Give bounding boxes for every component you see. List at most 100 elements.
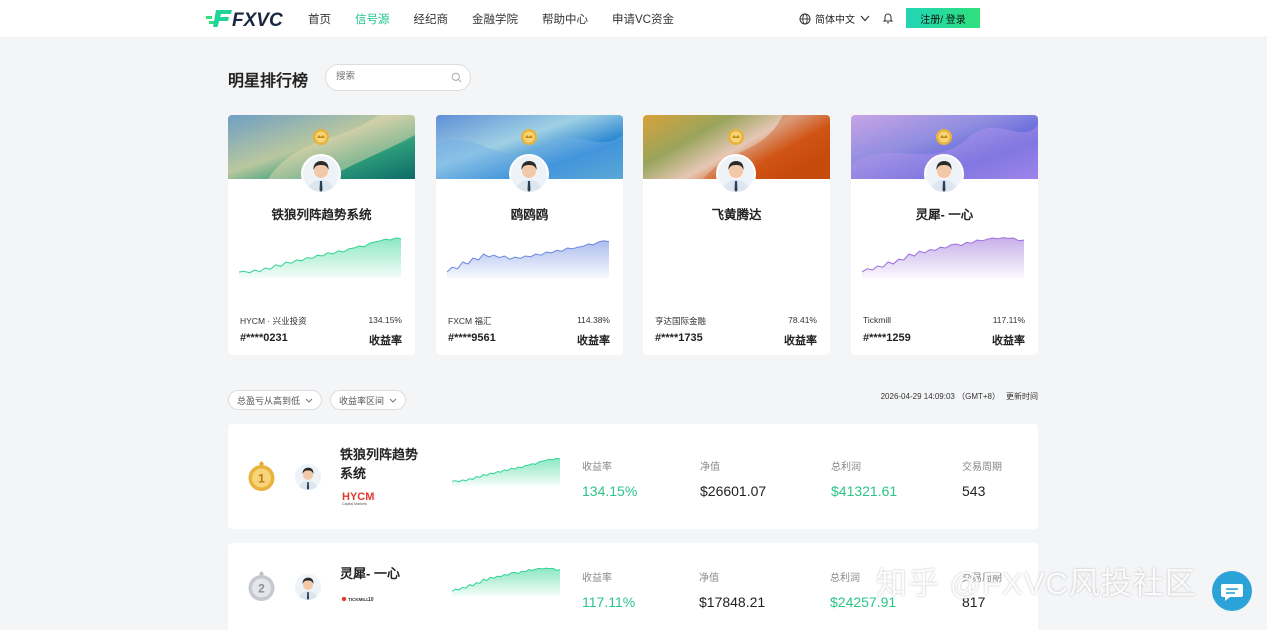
nav-column: 净值 $17848.21 xyxy=(699,569,765,610)
language-select[interactable]: 简体中文 xyxy=(799,11,874,26)
period-label: 交易周期 xyxy=(962,462,1002,473)
svg-text:10: 10 xyxy=(368,597,374,603)
medal-icon xyxy=(521,129,537,145)
bell-icon[interactable] xyxy=(883,12,893,24)
trader-name: 鸥鸥鸥 xyxy=(510,208,549,222)
broker-name: FXCM 福汇 xyxy=(448,316,492,326)
trader-name: 飞黄腾达 xyxy=(711,208,762,222)
sparkline-area xyxy=(862,237,1024,278)
return-label: 收益率 xyxy=(582,462,612,473)
chevron-down-icon xyxy=(860,15,870,22)
nav-label: 净值 xyxy=(699,573,719,584)
gold-medal-icon: 1 xyxy=(248,461,275,491)
fxvc-logo[interactable]: FXVC xyxy=(206,7,286,29)
return-label: 收益率 xyxy=(784,335,817,347)
return-range-label: 收益率区间 xyxy=(339,395,385,406)
medal-icon xyxy=(936,129,952,145)
equity-sparkline xyxy=(452,457,560,486)
nav-help[interactable]: 帮助中心 xyxy=(542,11,588,27)
language-label: 简体中文 xyxy=(815,15,855,26)
period-column: 交易周期 543 xyxy=(962,458,1002,499)
account-number: #****1259 xyxy=(863,332,911,344)
return-column: 收益率 134.15% xyxy=(582,458,637,499)
globe-icon xyxy=(799,13,811,24)
svg-text:2: 2 xyxy=(258,582,265,596)
ranking-row[interactable]: 1 铁狼列阵趋势系统 HYCM Capital Markets 收益率 134.… xyxy=(228,424,1038,529)
nav-apply-vc[interactable]: 申请VC资金 xyxy=(612,11,674,27)
nav-value: $26601.07 xyxy=(700,483,767,499)
person-avatar-icon xyxy=(295,464,321,490)
silver-medal-icon: 2 xyxy=(248,571,275,601)
svg-text:1: 1 xyxy=(258,472,265,486)
svg-text:FXVC: FXVC xyxy=(232,10,283,29)
return-value: 117.11% xyxy=(582,594,636,610)
trader-name[interactable]: 铁狼列阵趋势系统 xyxy=(340,445,430,483)
update-time: 2026-04-29 14:09:03 （GMT+8） 更新时间 xyxy=(881,391,1038,402)
person-avatar-icon xyxy=(926,156,962,192)
equity-sparkline xyxy=(447,240,609,278)
return-value: 134.15% xyxy=(368,315,402,325)
equity-sparkline xyxy=(239,237,401,278)
star-card[interactable]: 灵犀- 一心 Tickmill 117.11% #****1259 收益率 xyxy=(851,115,1038,355)
return-range-filter[interactable]: 收益率区间 xyxy=(330,390,407,410)
hycm-logo: HYCM Capital Markets xyxy=(342,491,374,506)
search-input[interactable] xyxy=(336,71,446,82)
nav-brokers[interactable]: 经纪商 xyxy=(414,11,449,27)
medal-icon xyxy=(313,129,329,145)
search-box[interactable] xyxy=(325,64,471,91)
chevron-down-icon xyxy=(305,398,313,403)
star-card[interactable]: 铁狼列阵趋势系统 HYCM · 兴业投资 134.15% #****0231 收… xyxy=(228,115,415,355)
profit-label: 总利润 xyxy=(831,462,861,473)
star-card[interactable]: 鸥鸥鸥 FXCM 福汇 114.38% #****9561 收益率 xyxy=(436,115,623,355)
trader-name: 灵犀- 一心 xyxy=(915,208,974,222)
svg-text:Capital Markets: Capital Markets xyxy=(342,502,367,506)
broker-name: HYCM · 兴业投资 xyxy=(240,316,307,326)
sparkline-area xyxy=(452,458,560,486)
search-icon[interactable] xyxy=(451,72,462,83)
top-nav: FXVC 首页 信号源 经纪商 金融学院 帮助中心 申请VC资金 简体中文 注册… xyxy=(0,0,1267,38)
page-title: 明星排行榜 xyxy=(228,73,309,90)
star-card[interactable]: 飞黄腾达 亨达国际金融 78.41% #****1735 收益率 xyxy=(643,115,830,355)
sort-filter[interactable]: 总盈亏从高到低 xyxy=(228,390,323,410)
return-value: 78.41% xyxy=(788,315,817,325)
return-value: 114.38% xyxy=(577,315,610,325)
avatar xyxy=(924,154,964,194)
profit-value: $41321.61 xyxy=(831,483,898,499)
avatar xyxy=(295,574,321,600)
account-number: #****0231 xyxy=(240,332,288,344)
broker-name: Tickmill xyxy=(863,315,892,325)
nav-home[interactable]: 首页 xyxy=(308,11,331,27)
profit-column: 总利润 $41321.61 xyxy=(831,458,897,499)
tickmill-logo: TICKMILL 10 xyxy=(341,596,374,603)
medal-icon xyxy=(728,129,744,145)
nav-signals[interactable]: 信号源 xyxy=(355,11,390,27)
trader-name: 铁狼列阵趋势系统 xyxy=(271,208,372,222)
avatar xyxy=(295,464,321,490)
person-avatar-icon xyxy=(295,574,321,600)
chat-bubble-icon xyxy=(1221,584,1243,601)
return-column: 收益率 117.11% xyxy=(582,569,635,610)
period-value: 543 xyxy=(962,483,986,499)
nav-value: $17848.21 xyxy=(699,594,766,610)
sparkline-area xyxy=(452,568,560,596)
avatar xyxy=(301,154,341,194)
avatar xyxy=(716,154,756,194)
equity-sparkline xyxy=(452,567,560,596)
avatar xyxy=(509,154,549,194)
equity-sparkline xyxy=(862,237,1024,278)
nav-column: 净值 $26601.07 xyxy=(700,458,766,499)
chat-button[interactable] xyxy=(1212,571,1252,611)
trader-name[interactable]: 灵犀- 一心 xyxy=(340,564,430,583)
chevron-down-icon xyxy=(389,398,397,403)
nav-label: 净值 xyxy=(700,462,720,473)
person-avatar-icon xyxy=(718,156,754,192)
watermark-text: 知乎 @FXVC风投社区 xyxy=(876,566,1197,601)
account-number: #****9561 xyxy=(448,332,496,344)
return-value: 117.11% xyxy=(992,315,1025,325)
nav-academy[interactable]: 金融学院 xyxy=(472,11,518,27)
broker-name: 亨达国际金融 xyxy=(655,316,707,326)
return-value: 134.15% xyxy=(582,483,638,499)
sparkline-area xyxy=(239,238,401,278)
register-login-button[interactable]: 注册/ 登录 xyxy=(906,8,980,28)
account-number: #****1735 xyxy=(655,332,703,344)
